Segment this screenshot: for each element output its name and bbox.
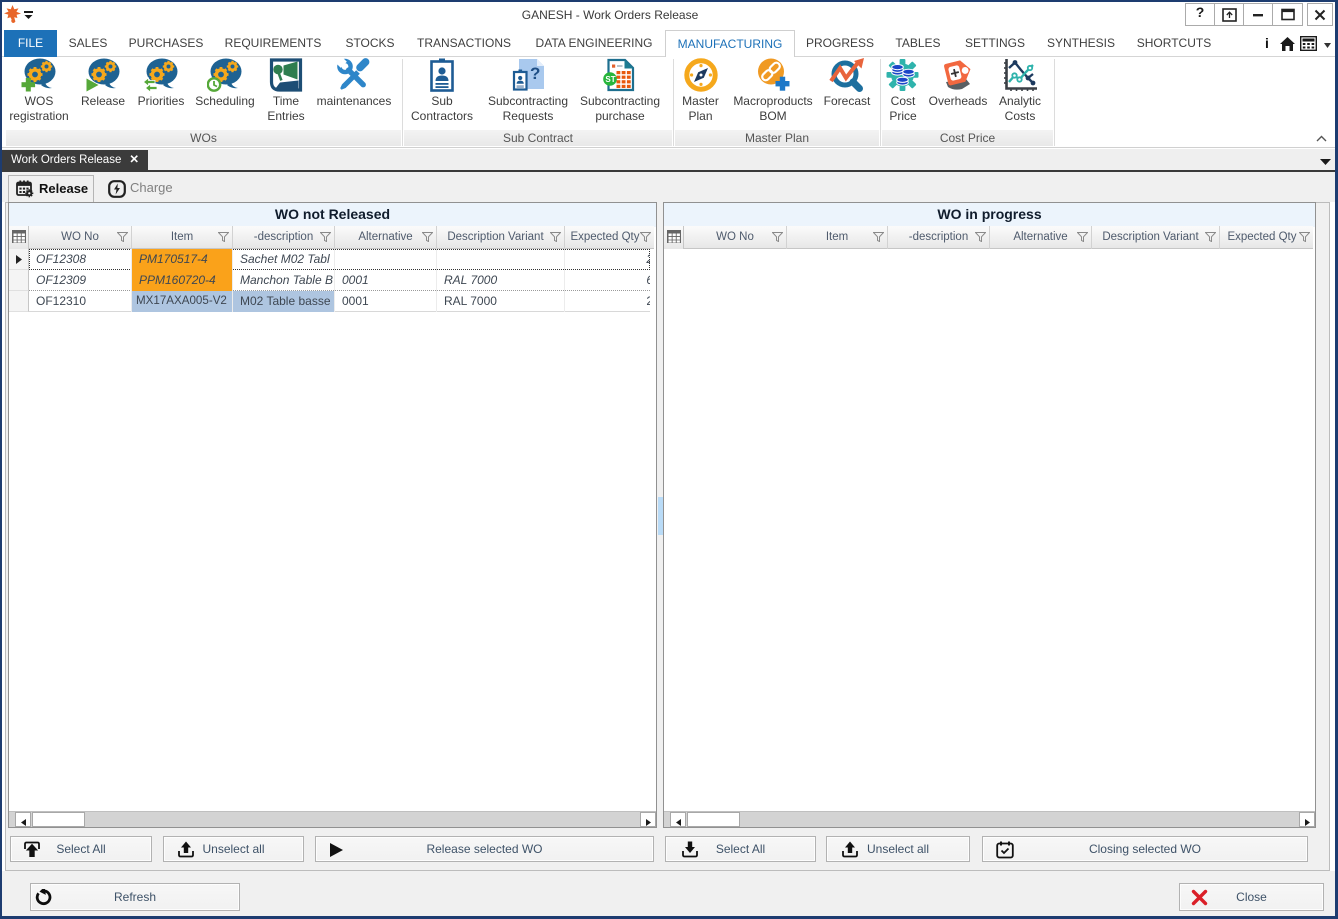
svg-text:ST: ST [605, 75, 615, 84]
svg-text:?: ? [530, 64, 540, 83]
